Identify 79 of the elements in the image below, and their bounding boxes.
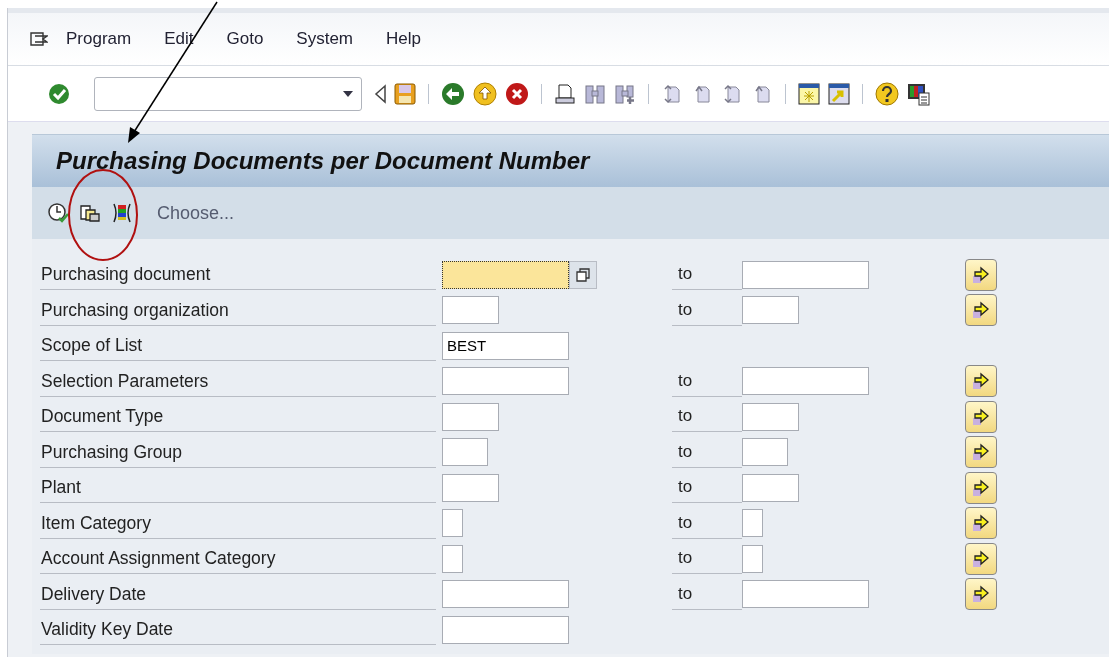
multiple-selection-button[interactable] (965, 471, 997, 504)
field-label: Purchasing document (40, 259, 436, 291)
multiple-selection-button[interactable] (965, 294, 997, 327)
bracket-icon[interactable] (111, 202, 133, 224)
layout-icon[interactable] (907, 81, 931, 106)
field-label: Purchasing Group (40, 436, 436, 468)
input-field[interactable] (442, 367, 569, 396)
field-label: Selection Parameters (40, 365, 436, 397)
input-field[interactable] (742, 473, 799, 502)
new-window-icon[interactable] (798, 82, 820, 105)
multiple-selection-button[interactable] (965, 542, 997, 575)
field-label: Document Type (40, 401, 436, 433)
command-field[interactable] (94, 76, 362, 111)
arrow-icon (971, 584, 991, 605)
input-field[interactable] (442, 509, 463, 538)
arrow-icon (971, 513, 991, 534)
field-label: Validity Key Date (40, 614, 436, 646)
input-field[interactable] (742, 580, 869, 609)
field-label: Purchasing organization (40, 294, 436, 326)
input-field[interactable] (742, 367, 869, 396)
input-field[interactable] (442, 296, 499, 325)
input-field[interactable] (442, 580, 569, 609)
multiple-selection-button[interactable] (965, 258, 997, 291)
value-help-button[interactable] (569, 260, 597, 289)
input-field[interactable] (742, 544, 763, 573)
input-field[interactable] (742, 438, 788, 467)
multiple-selection-button[interactable] (965, 400, 997, 433)
find-icon[interactable] (584, 82, 606, 105)
input-field[interactable] (442, 473, 499, 502)
menu-item[interactable]: Goto (226, 29, 264, 49)
field-label: Scope of List (40, 330, 436, 362)
input-field[interactable]: BEST (442, 331, 569, 360)
arrow-icon (971, 406, 991, 427)
print-icon[interactable] (554, 82, 576, 105)
arrow-icon (971, 548, 991, 569)
field-label: Item Category (40, 507, 436, 539)
input-field[interactable] (742, 402, 799, 431)
back-icon[interactable] (441, 81, 465, 106)
multiple-selection-button[interactable] (965, 365, 997, 398)
multiple-selection-button[interactable] (965, 578, 997, 611)
multiple-selection-button[interactable] (965, 507, 997, 540)
input-field[interactable] (742, 260, 869, 289)
copy-icon (576, 267, 590, 282)
enter-icon[interactable] (48, 82, 70, 105)
save-icon[interactable] (394, 82, 416, 105)
menu-item[interactable]: Program (66, 29, 132, 49)
choose-button[interactable]: Choose... (153, 202, 239, 224)
exit-icon[interactable] (473, 81, 497, 106)
copy-icon[interactable] (79, 202, 101, 224)
field-label: Account Assignment Category (40, 543, 436, 575)
menu-item[interactable]: System (296, 29, 354, 49)
arrow-icon (971, 477, 991, 498)
back-arrow-icon[interactable] (374, 83, 386, 104)
field-label: Delivery Date (40, 578, 436, 610)
screen-title: Purchasing Documents per Document Number (56, 147, 590, 175)
input-field[interactable] (442, 544, 463, 573)
help-icon[interactable] (875, 81, 899, 106)
input-field[interactable] (442, 260, 569, 289)
field-label: Plant (40, 472, 436, 504)
menu-item[interactable]: Help (386, 29, 421, 49)
caret-icon (343, 90, 353, 97)
execute-icon[interactable] (47, 202, 69, 224)
multiple-selection-button[interactable] (965, 436, 997, 469)
arrow-icon (971, 442, 991, 463)
arrow-icon (971, 264, 991, 285)
menu-item[interactable]: Edit (164, 29, 194, 49)
cancel-icon[interactable] (505, 81, 529, 106)
input-field[interactable] (442, 402, 499, 431)
shortcut-icon[interactable] (828, 82, 850, 105)
menu-icon[interactable] (30, 31, 48, 47)
input-field[interactable] (742, 509, 763, 538)
page-icon[interactable] (721, 82, 743, 105)
input-field[interactable] (442, 615, 569, 644)
arrow-icon (971, 300, 991, 321)
arrow-icon (971, 371, 991, 392)
input-field[interactable] (742, 296, 799, 325)
input-field[interactable] (442, 438, 488, 467)
page-icon[interactable] (661, 82, 683, 105)
find-next-icon[interactable] (614, 82, 636, 105)
